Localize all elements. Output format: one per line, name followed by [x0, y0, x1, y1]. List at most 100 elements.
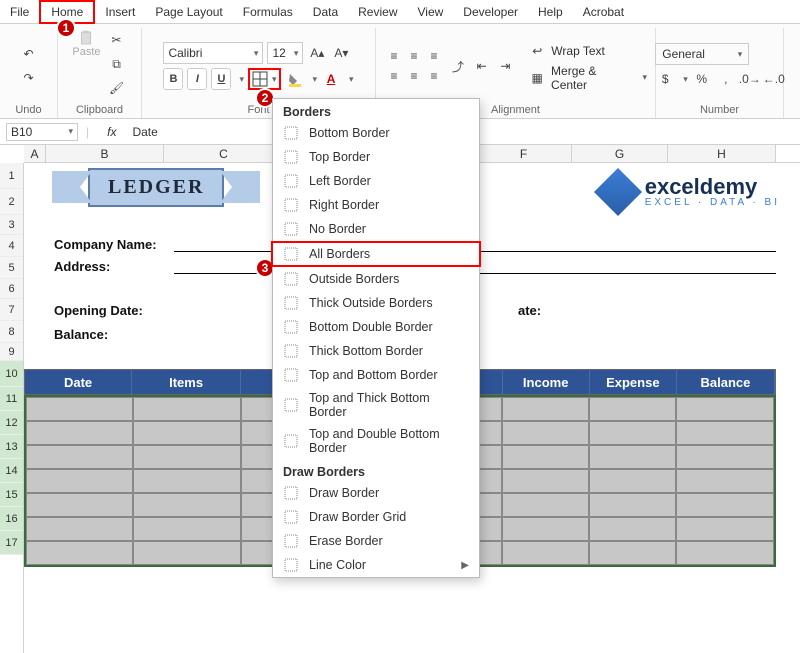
border-option-top-and-bottom-border[interactable]: Top and Bottom Border — [273, 363, 479, 387]
undo-icon[interactable]: ↶ — [19, 44, 39, 64]
increase-indent-icon[interactable]: ⇥ — [496, 56, 516, 76]
table-cell[interactable] — [502, 397, 589, 421]
table-cell[interactable] — [589, 469, 676, 493]
cut-icon[interactable]: ✂ — [107, 30, 127, 50]
table-cell[interactable] — [676, 421, 774, 445]
row-header-2[interactable]: 2 — [0, 189, 23, 215]
formula-content[interactable]: Date — [132, 125, 157, 139]
name-box[interactable]: B10▾ — [6, 123, 78, 141]
table-cell[interactable] — [26, 397, 133, 421]
row-header-11[interactable]: 11 — [0, 387, 23, 411]
row-header-1[interactable]: 1 — [0, 163, 23, 189]
draw-border-option-draw-border[interactable]: Draw Border — [273, 481, 479, 505]
border-option-top-and-thick-bottom-border[interactable]: Top and Thick Bottom Border — [273, 387, 479, 423]
table-cell[interactable] — [589, 517, 676, 541]
menu-file[interactable]: File — [0, 2, 39, 22]
increase-decimal-icon[interactable]: .0→ — [740, 69, 760, 89]
align-center-icon[interactable]: ≡ — [404, 66, 424, 86]
borders-button[interactable]: ▾ — [248, 68, 281, 90]
table-cell[interactable] — [26, 469, 133, 493]
menu-acrobat[interactable]: Acrobat — [573, 2, 634, 22]
border-option-top-border[interactable]: Top Border — [273, 145, 479, 169]
align-middle-icon[interactable]: ≡ — [404, 46, 424, 66]
col-header-F[interactable]: F — [476, 145, 572, 162]
decrease-indent-icon[interactable]: ⇤ — [472, 56, 492, 76]
font-color-icon[interactable]: A — [321, 69, 341, 89]
font-size-select[interactable]: 12▾ — [267, 42, 303, 64]
table-cell[interactable] — [676, 469, 774, 493]
col-header-B[interactable]: B — [46, 145, 164, 162]
increase-font-icon[interactable]: A▴ — [307, 43, 327, 63]
row-header-8[interactable]: 8 — [0, 321, 23, 343]
table-cell[interactable] — [502, 517, 589, 541]
table-cell[interactable] — [502, 541, 589, 565]
row-header-7[interactable]: 7 — [0, 299, 23, 321]
underline-chevron-icon[interactable]: ▾ — [239, 74, 244, 85]
border-option-no-border[interactable]: No Border — [273, 217, 479, 241]
table-cell[interactable] — [133, 493, 242, 517]
align-right-icon[interactable]: ≡ — [424, 66, 444, 86]
table-cell[interactable] — [676, 541, 774, 565]
menu-page-layout[interactable]: Page Layout — [145, 2, 232, 22]
align-left-icon[interactable]: ≡ — [384, 66, 404, 86]
table-cell[interactable] — [589, 421, 676, 445]
row-header-14[interactable]: 14 — [0, 459, 23, 483]
table-cell[interactable] — [589, 493, 676, 517]
redo-icon[interactable]: ↷ — [19, 68, 39, 88]
copy-icon[interactable]: ⧉ — [107, 54, 127, 74]
col-header-C[interactable]: C — [164, 145, 284, 162]
menu-formulas[interactable]: Formulas — [233, 2, 303, 22]
border-option-thick-outside-borders[interactable]: Thick Outside Borders — [273, 291, 479, 315]
draw-border-option-draw-border-grid[interactable]: Draw Border Grid — [273, 505, 479, 529]
bold-button[interactable]: B — [163, 68, 183, 90]
percent-button[interactable]: % — [692, 69, 712, 89]
table-cell[interactable] — [502, 493, 589, 517]
row-header-12[interactable]: 12 — [0, 411, 23, 435]
col-header-A[interactable]: A — [24, 145, 46, 162]
row-header-4[interactable]: 4 — [0, 235, 23, 257]
align-bottom-icon[interactable]: ≡ — [424, 46, 444, 66]
decrease-font-icon[interactable]: A▾ — [331, 43, 351, 63]
border-option-all-borders[interactable]: All Borders — [271, 241, 481, 267]
draw-border-option-erase-border[interactable]: Erase Border — [273, 529, 479, 553]
border-option-outside-borders[interactable]: Outside Borders — [273, 267, 479, 291]
menu-data[interactable]: Data — [303, 2, 348, 22]
menu-insert[interactable]: Insert — [95, 2, 145, 22]
table-cell[interactable] — [676, 517, 774, 541]
table-cell[interactable] — [502, 469, 589, 493]
draw-border-option-line-color[interactable]: Line Color▶ — [273, 553, 479, 577]
table-cell[interactable] — [676, 445, 774, 469]
orientation-icon[interactable]: ⤴ — [448, 56, 468, 76]
table-cell[interactable] — [26, 445, 133, 469]
wrap-text-button[interactable]: ↩ Wrap Text — [527, 41, 647, 61]
merge-center-button[interactable]: ▦ Merge & Center▾ — [527, 64, 647, 92]
border-option-top-and-double-bottom-border[interactable]: Top and Double Bottom Border — [273, 423, 479, 459]
table-cell[interactable] — [26, 541, 133, 565]
row-header-5[interactable]: 5 — [0, 257, 23, 279]
row-header-16[interactable]: 16 — [0, 507, 23, 531]
row-header-15[interactable]: 15 — [0, 483, 23, 507]
row-header-3[interactable]: 3 — [0, 215, 23, 235]
table-cell[interactable] — [589, 397, 676, 421]
table-cell[interactable] — [676, 493, 774, 517]
table-cell[interactable] — [133, 469, 242, 493]
number-format-select[interactable]: General▾ — [655, 43, 749, 65]
border-option-bottom-double-border[interactable]: Bottom Double Border — [273, 315, 479, 339]
menu-view[interactable]: View — [408, 2, 454, 22]
table-cell[interactable] — [26, 517, 133, 541]
fx-icon[interactable]: fx — [107, 125, 116, 139]
italic-button[interactable]: I — [187, 68, 207, 90]
table-cell[interactable] — [589, 445, 676, 469]
table-cell[interactable] — [502, 445, 589, 469]
comma-button[interactable]: , — [716, 69, 736, 89]
menu-help[interactable]: Help — [528, 2, 573, 22]
row-header-6[interactable]: 6 — [0, 279, 23, 299]
underline-button[interactable]: U — [211, 68, 231, 90]
border-option-left-border[interactable]: Left Border — [273, 169, 479, 193]
table-cell[interactable] — [133, 397, 242, 421]
border-option-thick-bottom-border[interactable]: Thick Bottom Border — [273, 339, 479, 363]
row-header-13[interactable]: 13 — [0, 435, 23, 459]
table-cell[interactable] — [26, 421, 133, 445]
col-header-H[interactable]: H — [668, 145, 776, 162]
row-header-17[interactable]: 17 — [0, 531, 23, 555]
